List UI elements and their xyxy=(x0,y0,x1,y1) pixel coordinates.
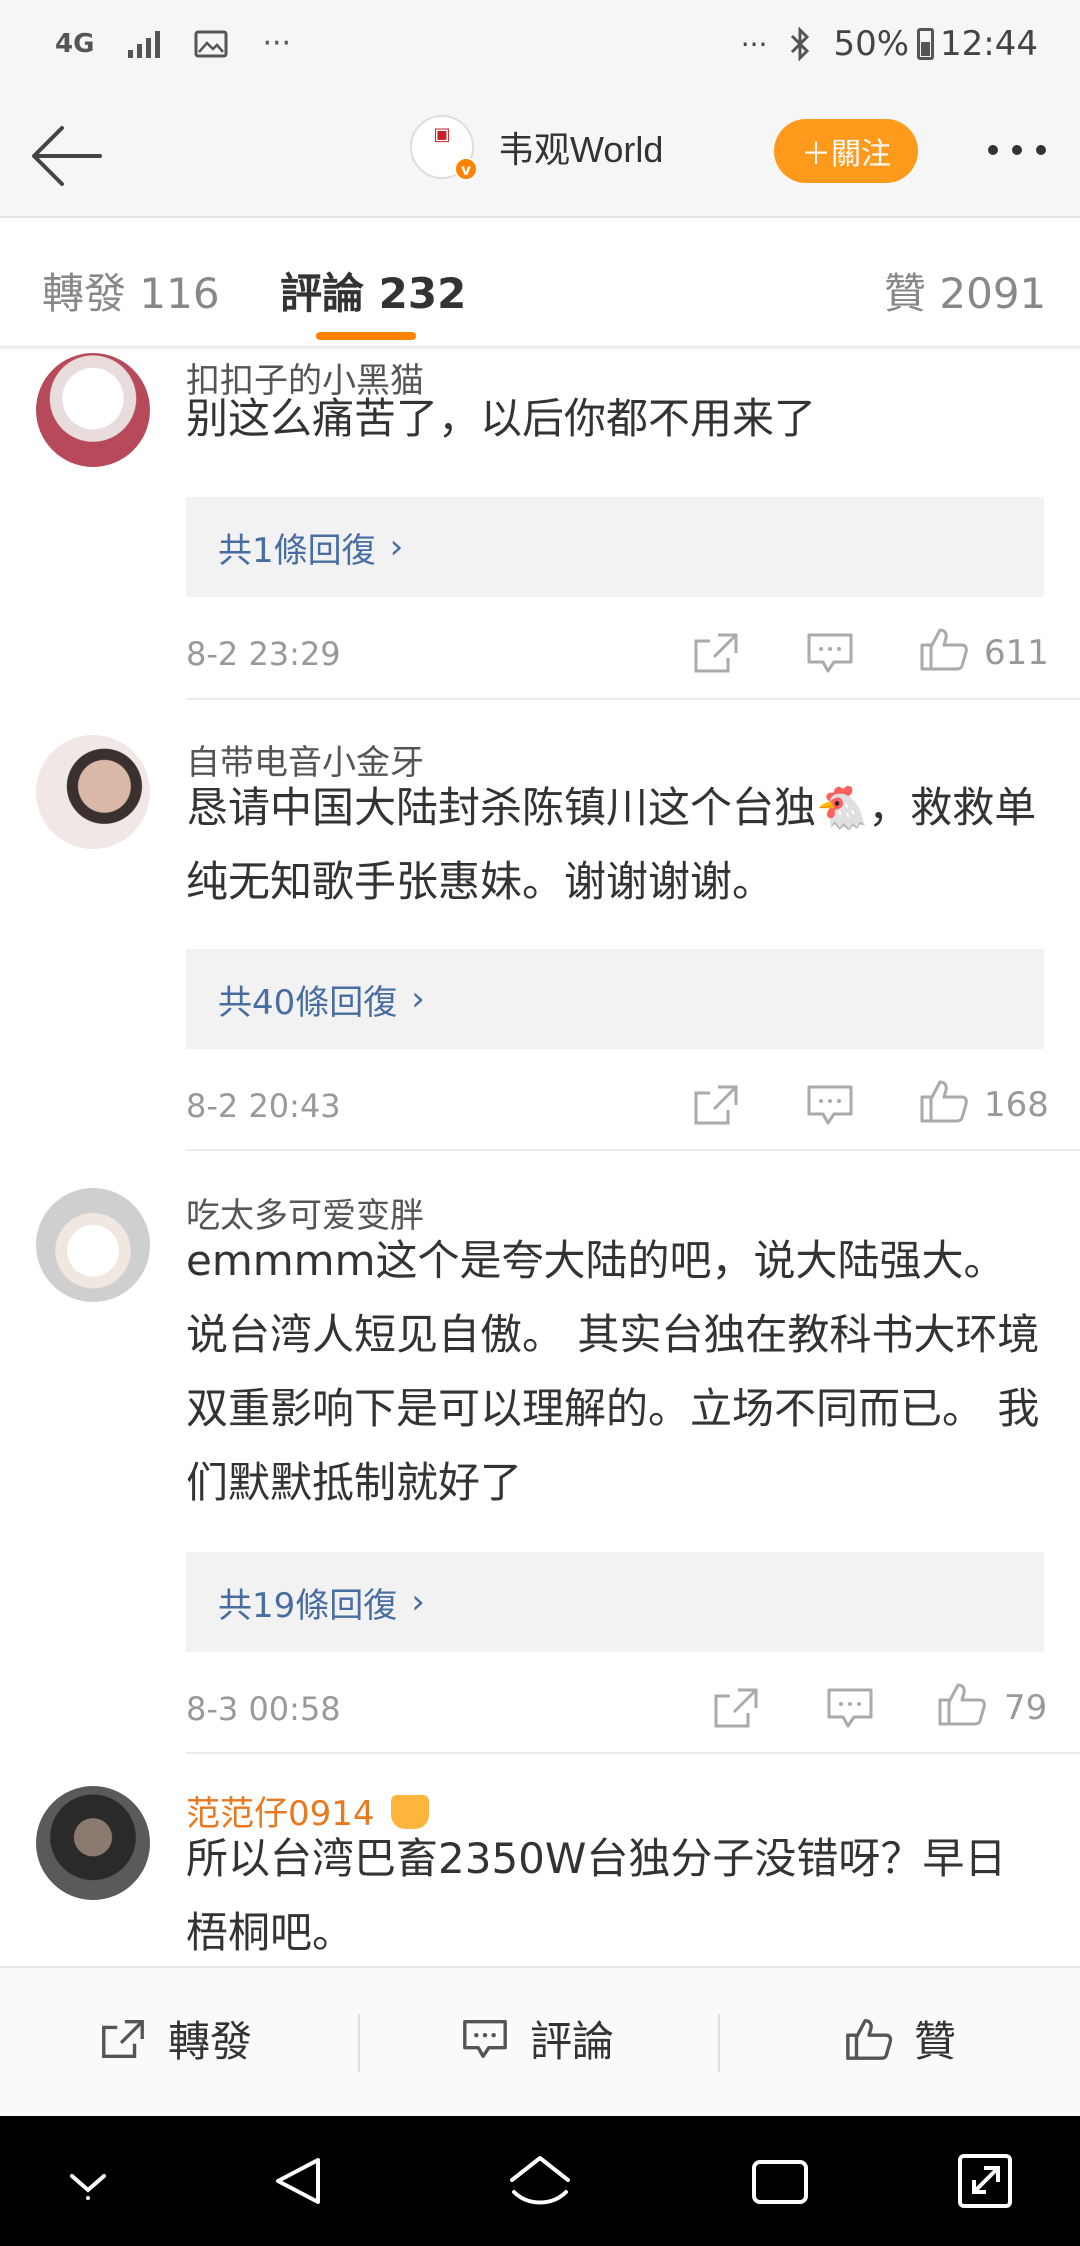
tab-comments[interactable]: 評論 232 xyxy=(280,260,466,321)
chevron-right-icon: › xyxy=(389,527,404,567)
tab-likes[interactable]: 贊 2091 xyxy=(884,260,1046,321)
tab-reposts-count: 116 xyxy=(139,269,220,318)
tab-bar: 轉發 116 評論 232 贊 2091 xyxy=(0,218,1080,348)
view-replies-button[interactable]: 共40條回復 › xyxy=(186,949,1044,1049)
home-icon[interactable] xyxy=(500,2146,580,2216)
comment-divider xyxy=(186,1752,1080,1754)
repost-button[interactable]: 轉發 xyxy=(98,2008,252,2069)
user-avatar[interactable] xyxy=(36,735,150,849)
comment-text: 所以台湾巴畜2350W台独分子没错呀？早日梧桐吧。 xyxy=(186,1834,1007,1957)
top-nav: ▣ v 韦观World ＋關注 xyxy=(0,95,1080,218)
replies-count-label: 共19條回復 xyxy=(218,1585,398,1626)
signal-icon xyxy=(128,30,161,58)
chevron-right-icon: › xyxy=(411,1582,425,1622)
repost-icon xyxy=(102,2019,144,2058)
battery-icon xyxy=(917,28,935,60)
battery-percent: 50% xyxy=(833,24,910,64)
gallery-icon xyxy=(194,30,228,57)
share-icon[interactable] xyxy=(690,630,742,676)
system-navigation-bar xyxy=(0,2116,1080,2246)
status-bar: 4G ··· ··· 50% 12:44 xyxy=(0,0,1080,95)
comment-icon xyxy=(463,2019,507,2058)
more-notifications: ··· xyxy=(262,26,292,61)
comment-timestamp: 8-2 23:29 xyxy=(186,635,341,673)
expand-icon[interactable] xyxy=(946,2146,1026,2216)
like-count: 79 xyxy=(1004,1688,1048,1728)
hide-keyboard-icon[interactable] xyxy=(48,2146,128,2216)
like-label: 贊 xyxy=(914,2017,957,2066)
reply-icon[interactable] xyxy=(824,1685,876,1731)
comment-timestamp: 8-3 00:58 xyxy=(186,1690,341,1728)
like-icon[interactable] xyxy=(918,626,970,672)
share-icon[interactable] xyxy=(710,1685,762,1731)
comment-button[interactable]: 評論 xyxy=(460,2008,614,2069)
share-icon[interactable] xyxy=(690,1082,742,1128)
comment-text: emmmm这个是夸大陆的吧，说大陆强大。说台湾人短见自傲。 其实台独在教科书大环… xyxy=(186,1236,1040,1507)
more-options-icon[interactable] xyxy=(988,145,1046,155)
clock: 12:44 xyxy=(940,24,1038,64)
user-avatar[interactable] xyxy=(36,1786,150,1900)
network-type: 4G xyxy=(55,28,95,59)
thumbs-up-icon xyxy=(846,2018,893,2060)
reply-icon[interactable] xyxy=(804,1082,856,1128)
tab-comments-label: 評論 xyxy=(280,269,365,318)
like-button[interactable]: 贊 xyxy=(844,2008,956,2069)
back-triangle-icon[interactable] xyxy=(260,2146,340,2216)
view-replies-button[interactable]: 共19條回復 › xyxy=(186,1552,1044,1652)
bottom-divider xyxy=(358,2014,360,2072)
replies-count-label: 共40條回復 xyxy=(218,982,398,1023)
bottom-action-bar: 轉發 評論 贊 xyxy=(0,1966,1080,2116)
bottom-divider xyxy=(718,2014,720,2072)
tab-comments-count: 232 xyxy=(378,269,467,318)
verified-badge-icon: v xyxy=(454,157,478,181)
more-status: ··· xyxy=(740,27,768,61)
account-header[interactable]: ▣ v 韦观World xyxy=(410,115,663,181)
like-icon[interactable] xyxy=(918,1078,970,1124)
reply-icon[interactable] xyxy=(804,630,856,676)
like-count: 168 xyxy=(984,1085,1049,1125)
repost-label: 轉發 xyxy=(168,2017,253,2066)
tab-likes-count: 2091 xyxy=(939,269,1047,318)
chevron-right-icon: › xyxy=(411,979,425,1019)
user-avatar[interactable] xyxy=(36,353,150,467)
active-tab-indicator xyxy=(316,332,416,340)
like-count: 611 xyxy=(984,633,1049,673)
user-avatar[interactable] xyxy=(36,1188,150,1302)
comment-text: 别这么痛苦了，以后你都不用来了 xyxy=(186,394,817,443)
back-arrow-icon[interactable] xyxy=(28,121,108,191)
follow-button[interactable]: ＋關注 xyxy=(774,119,918,183)
tab-likes-label: 贊 xyxy=(884,269,927,318)
comment-feed[interactable]: 扣扣子的小黑猫 别这么痛苦了，以后你都不用来了 共1條回復 › 8-2 23:29… xyxy=(0,350,1080,1966)
like-icon[interactable] xyxy=(936,1681,988,1727)
comment-label: 評論 xyxy=(530,2017,615,2066)
account-avatar[interactable]: ▣ v xyxy=(410,115,478,181)
replies-count-label: 共1條回復 xyxy=(218,530,376,571)
tab-reposts[interactable]: 轉發 116 xyxy=(42,260,220,321)
comment-timestamp: 8-2 20:43 xyxy=(186,1087,341,1125)
account-name[interactable]: 韦观World xyxy=(498,121,663,173)
bluetooth-icon xyxy=(791,27,810,61)
comment-divider xyxy=(186,698,1080,700)
view-replies-button[interactable]: 共1條回復 › xyxy=(186,497,1044,597)
recent-apps-icon[interactable] xyxy=(740,2146,820,2216)
comment-divider xyxy=(186,1149,1080,1151)
tab-reposts-label: 轉發 xyxy=(42,269,127,318)
comment-text: 恳请中国大陆封杀陈镇川这个台独🐔，救救单纯无知歌手张惠妹。谢谢谢谢。 xyxy=(186,783,1037,906)
